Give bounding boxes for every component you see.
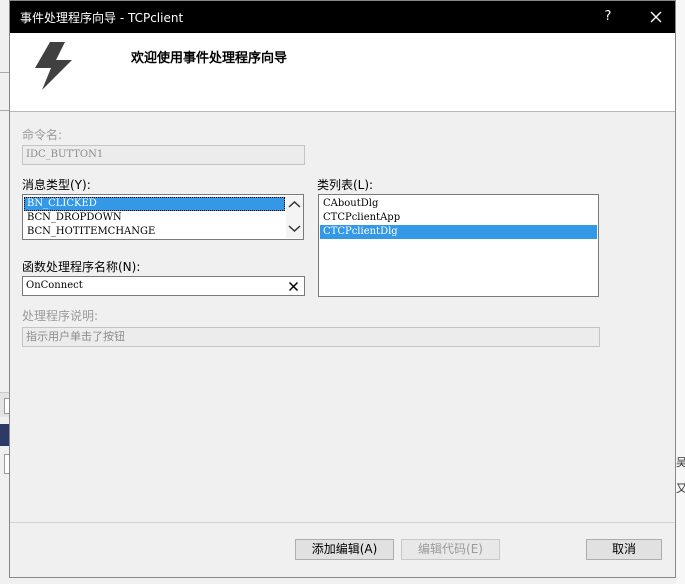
handler-name-label: 函数处理程序名称(N): (22, 260, 141, 274)
edit-code-button: 编辑代码(E) (401, 539, 500, 560)
class-list-items: CAboutDlg CTCPclientApp CTCPclientDlg (320, 197, 597, 239)
background-line (0, 110, 9, 111)
message-type-list[interactable]: BN_CLICKED BCN_DROPDOWN BCN_HOTITEMCHANG… (22, 194, 304, 240)
list-item[interactable]: BCN_HOTITEMCHANGE (24, 225, 285, 239)
handler-name-input[interactable]: OnConnect (22, 276, 305, 296)
handler-name-value: OnConnect (26, 280, 83, 291)
list-item[interactable]: CTCPclientApp (320, 211, 597, 225)
handler-description-field: 指示用户单击了按钮 (22, 327, 600, 347)
list-item[interactable]: CAboutDlg (320, 197, 597, 211)
footer-separator (10, 522, 675, 523)
close-icon (650, 11, 662, 23)
list-item[interactable]: BCN_DROPDOWN (24, 211, 285, 225)
scroll-up-icon[interactable] (288, 200, 301, 209)
background-window-edge: 吴 又 (676, 0, 685, 584)
help-button[interactable]: ? (596, 5, 620, 29)
background-glyph: 吴 (676, 456, 685, 469)
list-item[interactable]: CTCPclientDlg (320, 225, 597, 239)
list-item[interactable]: BN_CLICKED (24, 197, 285, 211)
wizard-title: 欢迎使用事件处理程序向导 (131, 51, 288, 66)
event-handler-wizard-dialog: 事件处理程序向导 - TCPclient ? 欢迎使用事件处理程序向导 命令名:… (9, 0, 676, 578)
class-list[interactable]: CAboutDlg CTCPclientApp CTCPclientDlg (318, 194, 599, 297)
clear-icon[interactable] (288, 281, 299, 292)
wizard-header: 欢迎使用事件处理程序向导 (10, 33, 675, 112)
background-line (0, 72, 9, 73)
message-type-items: BN_CLICKED BCN_DROPDOWN BCN_HOTITEMCHANG… (24, 197, 285, 239)
lightning-bolt-icon (35, 42, 72, 90)
close-button[interactable] (644, 5, 668, 29)
title-bar[interactable]: 事件处理程序向导 - TCPclient ? (10, 1, 675, 33)
background-glyph: 又 (676, 482, 685, 495)
class-list-label: 类列表(L): (317, 178, 374, 192)
cancel-button[interactable]: 取消 (586, 539, 662, 560)
window-title: 事件处理程序向导 - TCPclient (20, 11, 184, 25)
add-edit-button[interactable]: 添加编辑(A) (295, 539, 394, 560)
command-name-label: 命令名: (22, 128, 63, 142)
scroll-down-icon[interactable] (288, 224, 301, 233)
command-name-field: IDC_BUTTON1 (22, 145, 305, 165)
message-type-label: 消息类型(Y): (22, 178, 91, 192)
message-type-scrollbar[interactable] (286, 196, 303, 238)
handler-description-label: 处理程序说明: (22, 309, 99, 323)
